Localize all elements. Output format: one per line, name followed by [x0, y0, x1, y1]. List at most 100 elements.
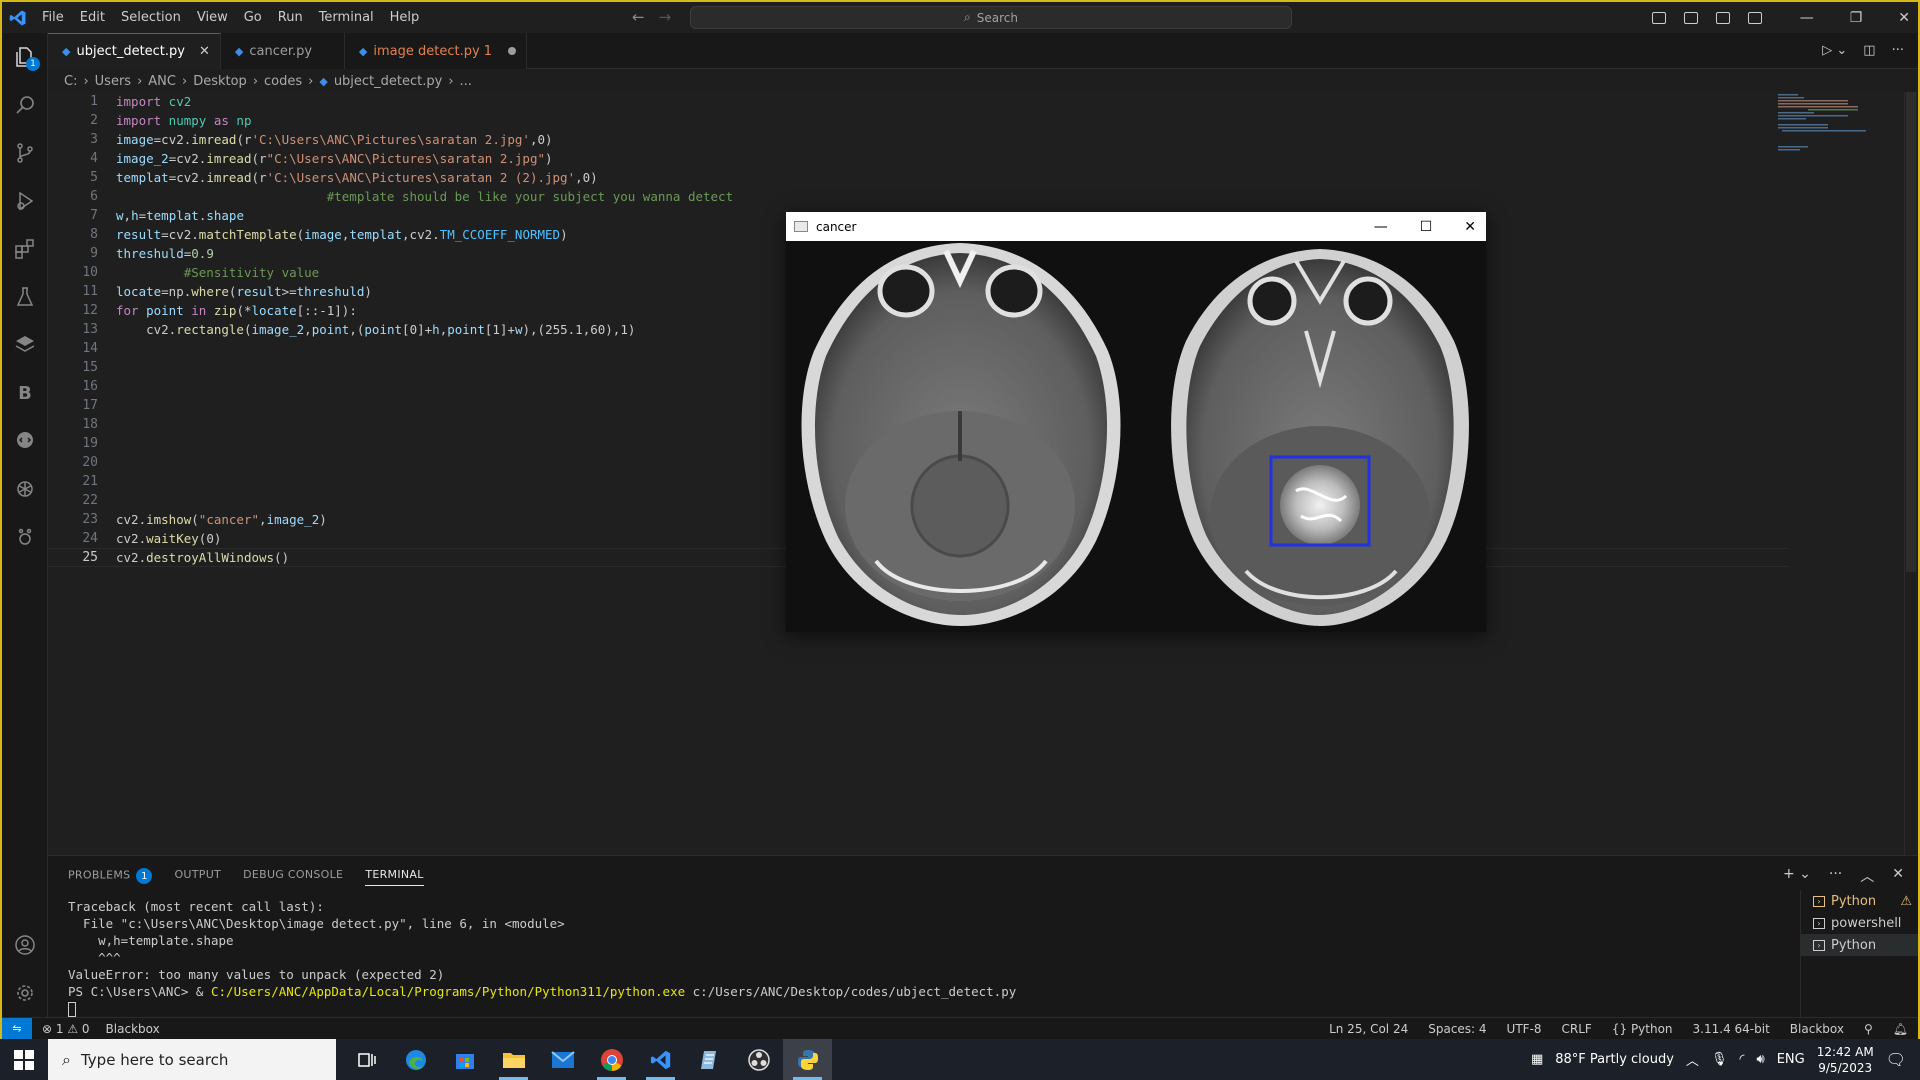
toggle-primary-sidebar-icon[interactable] [1651, 11, 1666, 24]
menu-run[interactable]: Run [270, 2, 311, 33]
menu-view[interactable]: View [189, 2, 236, 33]
copilot-icon[interactable] [2, 513, 48, 561]
run-debug-icon[interactable] [2, 177, 48, 225]
python-interpreter[interactable]: 3.11.4 64-bit [1693, 1022, 1770, 1036]
split-editor-icon[interactable]: ◫ [1863, 43, 1875, 58]
windows-start-icon[interactable] [0, 1039, 48, 1080]
volume-icon[interactable]: 🔊︎ [1757, 1052, 1765, 1067]
terminal-item-python[interactable]: › Python ⚠ [1801, 890, 1918, 912]
toggle-panel-icon[interactable] [1683, 11, 1698, 24]
obs-icon[interactable] [734, 1039, 783, 1080]
menu-help[interactable]: Help [382, 2, 428, 33]
notifications-bell-icon[interactable]: 🔔︎ [1893, 1022, 1908, 1036]
microphone-icon[interactable]: 🎙︎ [1711, 1052, 1728, 1067]
crumb-drive[interactable]: C: [64, 74, 77, 89]
store-icon[interactable] [440, 1039, 489, 1080]
maximize-panel-icon[interactable]: ︿ [1860, 866, 1874, 886]
warning-icon: ⚠ [1900, 893, 1912, 909]
tab-image-detect[interactable]: ◆ image detect.py 1 [344, 33, 528, 69]
blackbox-status-right[interactable]: Blackbox [1790, 1022, 1844, 1036]
cancer-maximize-icon[interactable]: ☐ [1420, 219, 1433, 235]
menu-go[interactable]: Go [236, 2, 270, 33]
file-explorer-icon[interactable] [489, 1039, 538, 1080]
weather-icon[interactable]: ▦ [1531, 1052, 1543, 1067]
tab-output[interactable]: OUTPUT [174, 868, 221, 886]
crumb-file[interactable]: ubject_detect.py [334, 74, 443, 89]
chrome-icon[interactable] [587, 1039, 636, 1080]
run-python-icon[interactable]: ▷ ⌄ [1822, 43, 1847, 58]
blackbox-b-icon[interactable]: B [2, 369, 48, 417]
more-actions-icon[interactable]: ··· [1892, 43, 1904, 58]
blackbox-status-left[interactable]: Blackbox [106, 1022, 160, 1036]
terminal-item-powershell[interactable]: › powershell [1801, 912, 1918, 934]
editor-scrollbar[interactable] [1904, 92, 1918, 855]
toggle-secondary-sidebar-icon[interactable] [1715, 11, 1730, 24]
menu-file[interactable]: File [34, 2, 72, 33]
tab-cancer[interactable]: ◆ cancer.py [220, 33, 345, 69]
close-panel-icon[interactable]: ✕ [1892, 866, 1904, 886]
tab-ubject-detect[interactable]: ◆ ubject_detect.py ✕ [48, 33, 221, 69]
extensions-icon[interactable] [2, 225, 48, 273]
cursor-position[interactable]: Ln 25, Col 24 [1329, 1022, 1408, 1036]
settings-gear-icon[interactable] [2, 969, 48, 1017]
restore-icon[interactable]: ❐ [1850, 10, 1863, 26]
search-view-icon[interactable] [2, 81, 48, 129]
tab-close-icon[interactable]: ✕ [199, 44, 210, 59]
source-control-icon[interactable] [2, 129, 48, 177]
terminal-cursor [68, 1002, 76, 1017]
testing-flask-icon[interactable] [2, 273, 48, 321]
tab-problems[interactable]: PROBLEMS 1 [68, 868, 153, 886]
explorer-icon[interactable]: 1 [2, 33, 48, 81]
encoding[interactable]: UTF-8 [1507, 1022, 1542, 1036]
command-center-search[interactable]: ⌕ Search [690, 6, 1292, 29]
crumb-symbols[interactable]: ... [460, 74, 472, 89]
edge-browser-icon[interactable] [391, 1039, 440, 1080]
crumb-codes[interactable]: codes [264, 74, 302, 89]
end-of-line[interactable]: CRLF [1562, 1022, 1592, 1036]
indentation[interactable]: Spaces: 4 [1428, 1022, 1486, 1036]
back-arrow-icon[interactable]: ← [632, 8, 645, 26]
tab-debug-console[interactable]: DEBUG CONSOLE [243, 868, 343, 886]
unsaved-dot-icon[interactable] [508, 47, 517, 55]
minimap[interactable] [1778, 92, 1868, 152]
cancer-minimize-icon[interactable]: — [1374, 219, 1388, 235]
crumb-desktop[interactable]: Desktop [193, 74, 247, 89]
menu-edit[interactable]: Edit [72, 2, 113, 33]
cancer-close-icon[interactable]: ✕ [1464, 219, 1476, 235]
openai-icon[interactable] [2, 465, 48, 513]
tab-terminal[interactable]: TERMINAL [365, 868, 424, 886]
terminal-output[interactable]: Traceback (most recent call last): File … [68, 898, 1016, 1017]
clock[interactable]: 12:42 AM 9/5/2023 [1817, 1044, 1874, 1076]
problems-status[interactable]: ⊗ 1 ⚠ 0 [42, 1022, 90, 1036]
notification-center-icon[interactable]: 🗨︎ [1886, 1050, 1906, 1069]
python-app-icon[interactable] [783, 1039, 832, 1080]
menu-selection[interactable]: Selection [113, 2, 189, 33]
crumb-anc[interactable]: ANC [148, 74, 176, 89]
close-icon[interactable]: ✕ [1898, 10, 1910, 26]
customize-layout-icon[interactable] [1747, 11, 1762, 24]
weather-text[interactable]: 88°F Partly cloudy [1555, 1052, 1674, 1067]
new-terminal-icon[interactable]: + ⌄ [1783, 866, 1811, 886]
task-view-icon[interactable] [342, 1039, 391, 1080]
vscode-taskbar-icon[interactable] [636, 1039, 685, 1080]
accounts-icon[interactable] [2, 921, 48, 969]
chat-code-icon[interactable] [2, 417, 48, 465]
menu-terminal[interactable]: Terminal [311, 2, 382, 33]
opencv-cancer-window[interactable]: cancer — ☐ ✕ [786, 212, 1486, 632]
chevron-up-icon[interactable]: ︿ [1686, 1050, 1699, 1069]
mail-icon[interactable] [538, 1039, 587, 1080]
remote-icon[interactable]: ⇋ [2, 1017, 32, 1040]
crumb-users[interactable]: Users [95, 74, 131, 89]
language-mode[interactable]: {} Python [1612, 1022, 1673, 1036]
taskbar-search-box[interactable]: ⌕ Type here to search [48, 1039, 336, 1080]
terminal-item-python-active[interactable]: › Python [1801, 934, 1918, 956]
layers-icon[interactable] [2, 321, 48, 369]
terminal-command: PS C:\Users\ANC> & C:/Users/ANC/AppData/… [68, 984, 1017, 999]
notepad-icon[interactable] [685, 1039, 734, 1080]
more-icon[interactable]: ··· [1829, 866, 1842, 886]
account-status-icon[interactable]: ⚲ [1864, 1022, 1873, 1036]
wifi-icon[interactable]: ◜ [1739, 1052, 1744, 1067]
forward-arrow-icon[interactable]: → [659, 8, 672, 26]
minimize-icon[interactable]: — [1800, 10, 1814, 26]
language-indicator[interactable]: ENG [1777, 1052, 1805, 1067]
